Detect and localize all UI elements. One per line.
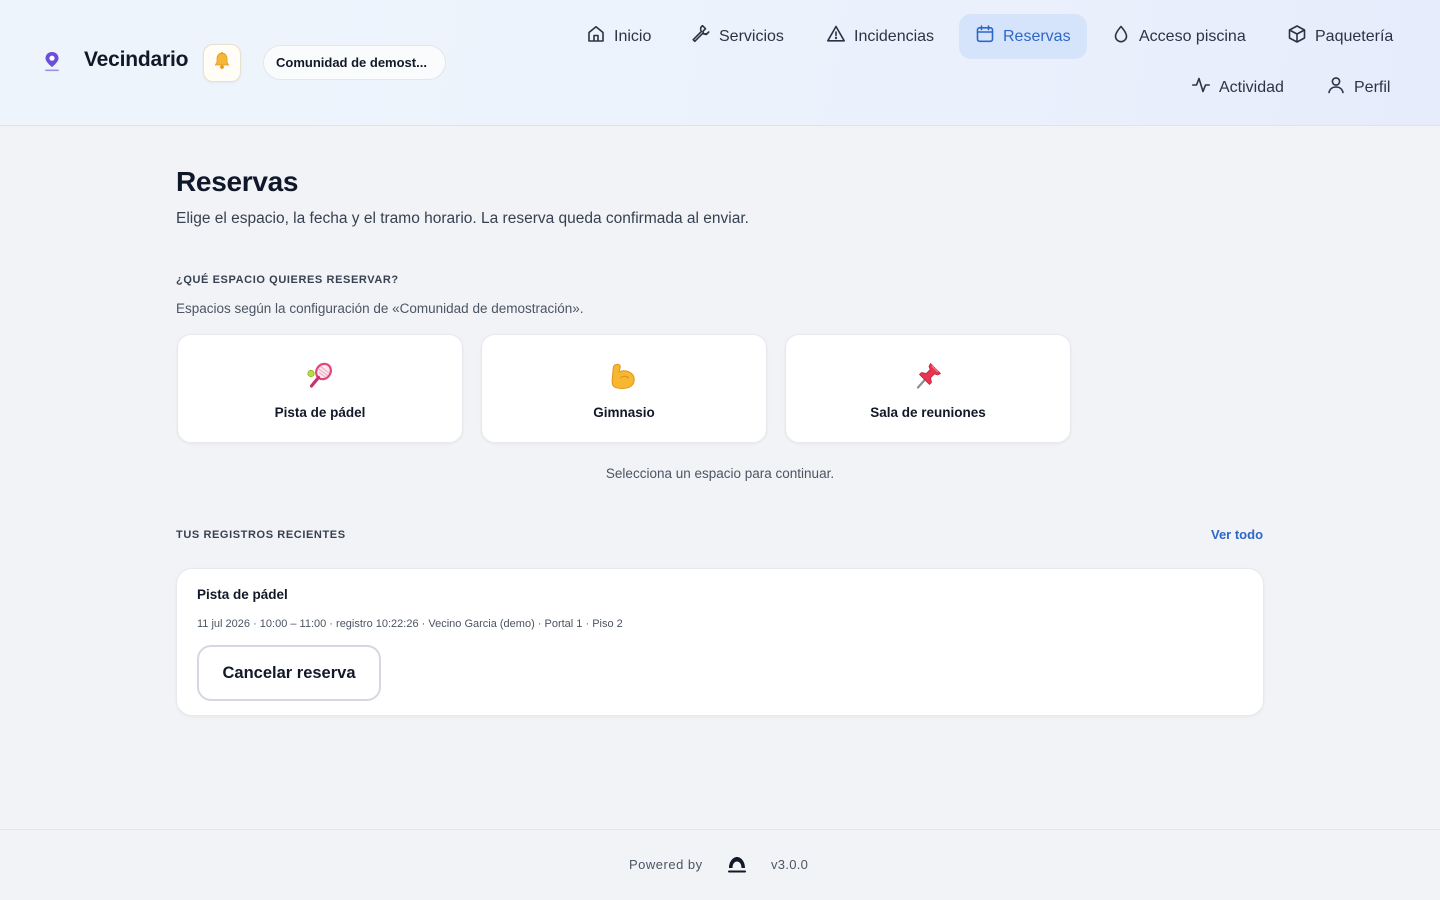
package-icon: [1287, 24, 1307, 49]
powered-by-label: Powered by: [629, 857, 703, 872]
nav-label-incidencias: Incidencias: [854, 27, 935, 45]
nav-item-servicios[interactable]: Servicios: [675, 14, 800, 59]
record-meta: 11 jul 2026 · 10:00 – 11:00 · registro 1…: [197, 618, 623, 630]
record-title: Pista de pádel: [197, 587, 288, 602]
nav-item-incidencias[interactable]: Incidencias: [810, 14, 950, 59]
user-icon: [1326, 75, 1346, 100]
app-header: Vecindario Comunidad de demost... Inicio…: [0, 0, 1440, 126]
spaces-section-label: ¿QUÉ ESPACIO QUIERES RESERVAR?: [176, 274, 399, 286]
space-name: Pista de pádel: [274, 405, 366, 420]
activity-icon: [1191, 75, 1211, 100]
select-space-hint: Selecciona un espacio para continuar.: [605, 466, 835, 481]
cancel-reservation-button[interactable]: Cancelar reserva: [197, 645, 381, 701]
home-icon: [586, 24, 606, 49]
nav-label-perfil: Perfil: [1354, 78, 1391, 96]
nav-item-perfil[interactable]: Perfil: [1310, 65, 1406, 110]
spaces-section-hint: Espacios según la configuración de «Comu…: [176, 301, 584, 316]
nav-item-reservas[interactable]: Reservas: [959, 14, 1087, 59]
wrench-icon: [691, 24, 711, 49]
nav-label-acceso-piscina: Acceso piscina: [1139, 27, 1246, 45]
page-title: Reservas: [176, 166, 299, 197]
nav-label-paqueteria: Paquetería: [1315, 27, 1394, 45]
notifications-button[interactable]: [203, 44, 241, 82]
droplet-icon: [1111, 24, 1131, 49]
space-card-gimnasio[interactable]: Gimnasio: [481, 334, 767, 443]
company-logo-icon[interactable]: [725, 854, 749, 876]
warning-icon: [826, 24, 846, 49]
recent-records-label: TUS REGISTROS RECIENTES: [176, 529, 346, 541]
space-card-sala-de-reuniones[interactable]: Sala de reuniones: [785, 334, 1071, 443]
tennis-racket-icon: [305, 361, 335, 391]
nav-label-reservas: Reservas: [1003, 27, 1071, 45]
brand-name[interactable]: Vecindario: [84, 48, 188, 72]
nav-label-servicios: Servicios: [719, 27, 784, 45]
calendar-icon: [975, 24, 995, 49]
space-name: Sala de reuniones: [870, 405, 986, 420]
footer: Powered by v3.0.0: [0, 829, 1440, 900]
nav-label-inicio: Inicio: [614, 27, 652, 45]
version-label: v3.0.0: [771, 857, 809, 872]
pushpin-icon: [913, 361, 943, 391]
nav-item-acceso-piscina[interactable]: Acceso piscina: [1095, 14, 1262, 59]
space-card-pista-de-padel[interactable]: Pista de pádel: [177, 334, 463, 443]
nav-label-actividad: Actividad: [1219, 78, 1284, 96]
flexed-biceps-icon: [608, 361, 640, 391]
nav-item-inicio[interactable]: Inicio: [570, 14, 667, 59]
nav-item-actividad[interactable]: Actividad: [1175, 65, 1300, 110]
nav-item-paqueteria[interactable]: Paquetería: [1271, 14, 1409, 59]
record-card: Pista de pádel 11 jul 2026 · 10:00 – 11:…: [176, 568, 1264, 716]
space-name: Gimnasio: [593, 405, 655, 420]
see-all-link[interactable]: Ver todo: [1211, 527, 1263, 542]
page-subtitle: Elige el espacio, la fecha y el tramo ho…: [176, 210, 749, 227]
community-selector[interactable]: Comunidad de demost...: [263, 45, 446, 80]
bell-icon: [212, 51, 232, 76]
location-pin-logo-icon[interactable]: [41, 51, 63, 73]
